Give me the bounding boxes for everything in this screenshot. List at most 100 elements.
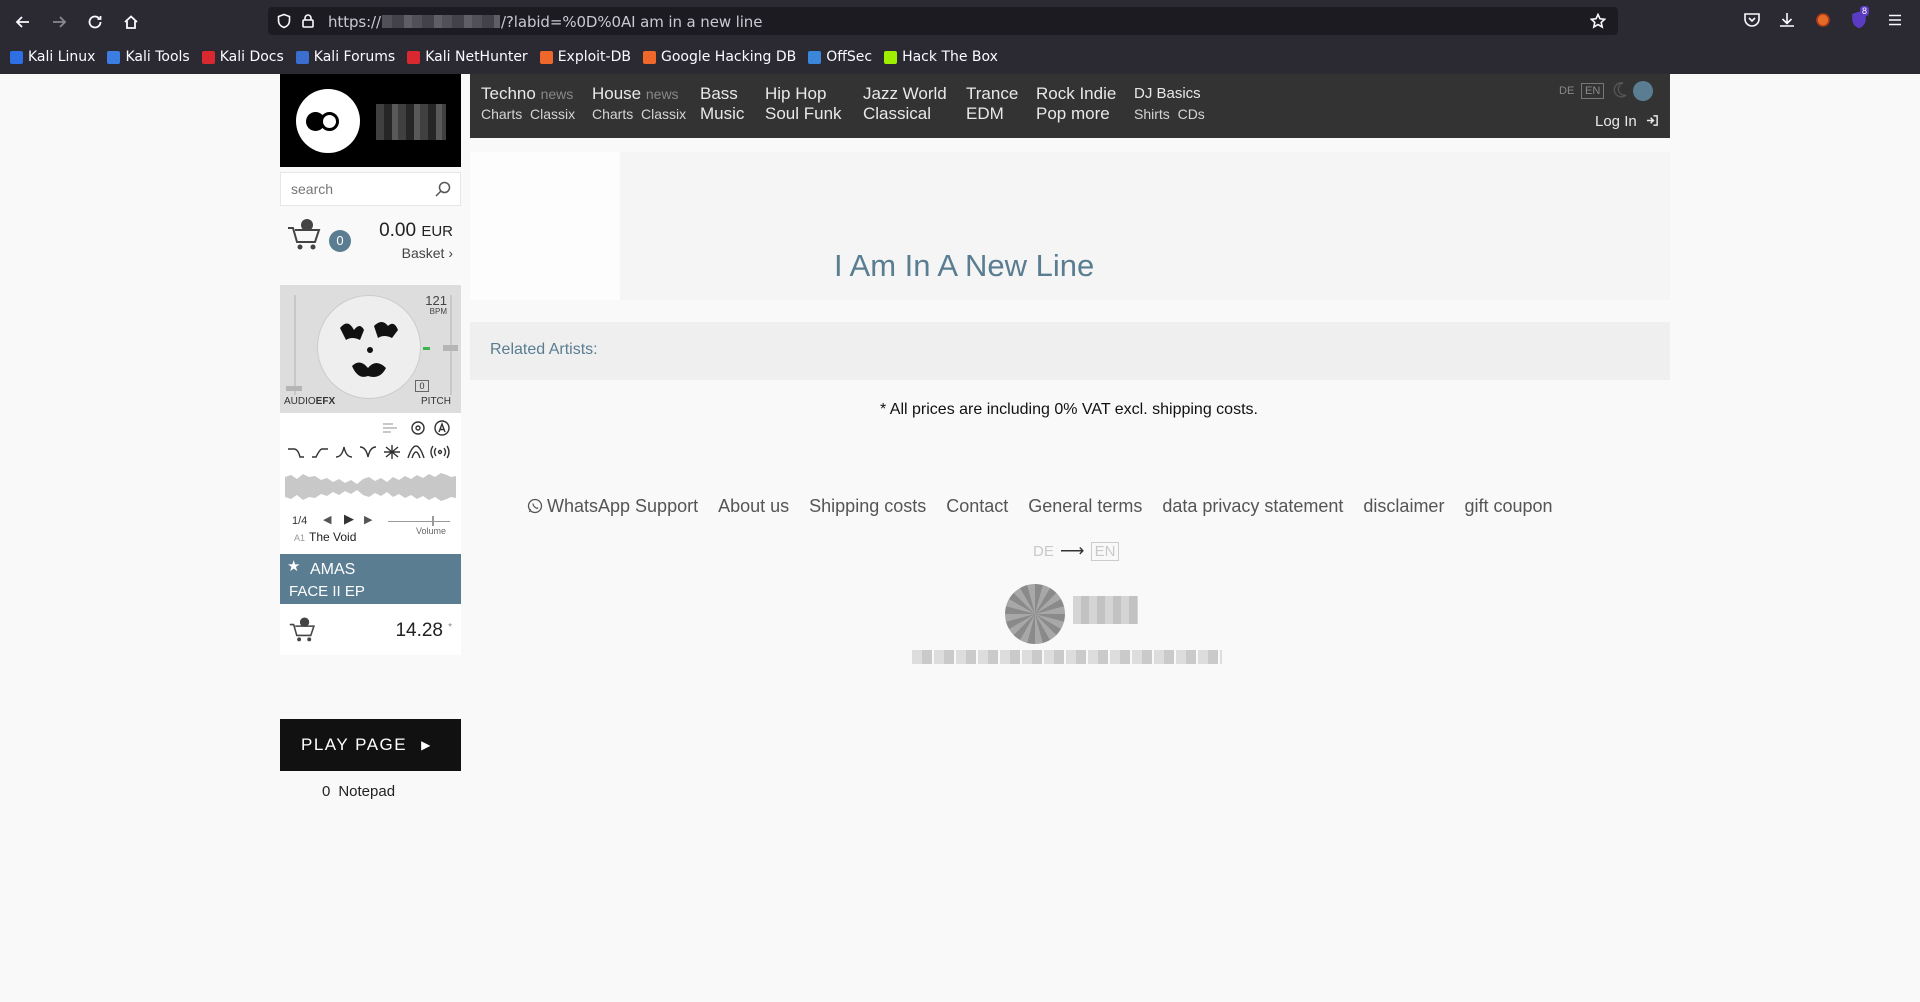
shield-icon[interactable] [276,13,292,29]
search-input[interactable] [281,173,421,205]
pitch-slider[interactable] [443,345,458,351]
nav-bass[interactable]: Bass Music [700,84,744,124]
loop-icon[interactable] [408,419,428,437]
nav-jazz-label[interactable]: Jazz World [863,84,947,104]
nav-music-label[interactable]: Music [700,104,744,124]
url-text[interactable]: https:// /?labid=%0D%0AI am in a new line [328,13,762,31]
site-logo[interactable] [280,74,461,167]
bandpass-filter-icon[interactable] [334,443,354,461]
bookmark-item[interactable]: Kali NetHunter [407,47,528,67]
lock-icon[interactable] [300,13,316,29]
nav-soulfunk-label[interactable]: Soul Funk [765,104,842,124]
downloads-button[interactable] [1778,11,1798,31]
basket-summary[interactable]: 0 0.00 EUR Basket › [280,214,461,262]
nav-techno[interactable]: Techno news Charts Classix [481,84,575,124]
star-icon[interactable]: ★ [287,557,300,575]
nav-house-news[interactable]: news [646,86,679,102]
release-title[interactable]: FACE II EP [289,583,365,600]
nav-house-label[interactable]: House [592,84,641,103]
bookmark-item[interactable]: Kali Tools [107,47,190,67]
terms-link[interactable]: General terms [1028,496,1142,517]
nav-classical-label[interactable]: Classical [863,104,947,124]
home-button[interactable] [118,9,144,35]
disclaimer-link[interactable]: disclaimer [1363,496,1444,517]
shipping-link[interactable]: Shipping costs [809,496,926,517]
waveform[interactable] [285,471,456,503]
play-page-button[interactable]: PLAY PAGE ▶ [280,719,461,771]
login-link[interactable]: Log In [1595,113,1659,130]
nav-trance-label[interactable]: Trance [966,84,1018,104]
nav-techno-charts[interactable]: Charts [481,106,522,122]
notepad-link[interactable]: 0 Notepad [322,783,395,800]
pocket-button[interactable] [1743,11,1763,31]
nav-djbasics-label[interactable]: DJ Basics [1134,84,1205,104]
nav-techno-classix[interactable]: Classix [530,106,575,122]
footer-lang-en[interactable]: EN [1090,542,1120,561]
next-track-button[interactable]: ▶ [364,513,372,526]
highpass-filter-icon[interactable] [310,443,330,461]
nav-hiphop[interactable]: Hip Hop Soul Funk [765,84,842,124]
vinyl-record[interactable] [317,295,421,399]
previous-track-button[interactable]: ◀ [323,513,331,526]
nav-jazz[interactable]: Jazz World Classical [863,84,947,124]
release-artist[interactable]: AMAS [310,561,355,579]
nav-edm-label[interactable]: EDM [966,104,1018,124]
play-button[interactable]: ▶ [344,511,354,527]
language-en[interactable]: EN [1581,83,1605,99]
privacy-link[interactable]: data privacy statement [1162,496,1343,517]
bookmark-item[interactable]: Exploit-DB [539,47,631,67]
footer-language-switch[interactable]: DE ⟶ EN [1033,541,1120,561]
bookmark-item[interactable]: OffSec [808,47,872,67]
bookmark-item[interactable]: Kali Docs [201,47,284,67]
reverb-icon[interactable] [406,443,426,461]
nav-house[interactable]: House news Charts Classix [592,84,686,124]
efx-slider[interactable] [286,386,302,391]
echo-icon[interactable] [430,443,450,461]
nav-techno-news[interactable]: news [541,86,574,102]
nav-bass-label[interactable]: Bass [700,84,744,104]
nav-rock[interactable]: Rock Indie Pop more [1036,84,1116,124]
bookmark-star-icon[interactable] [1589,12,1607,29]
release-card[interactable]: ★ AMAS FACE II EP [280,554,461,604]
nav-trance[interactable]: Trance EDM [966,84,1018,124]
volume-slider[interactable] [388,521,450,522]
about-link[interactable]: About us [718,496,789,517]
extension-button[interactable] [1814,11,1834,31]
language-de[interactable]: DE [1559,85,1574,97]
bookmark-item[interactable]: Kali Linux [10,47,95,67]
auto-play-icon[interactable] [432,419,452,437]
sync-icon[interactable] [380,419,400,437]
moon-icon[interactable] [1613,82,1627,98]
ublock-extension-button[interactable]: 8 [1850,6,1870,31]
nav-shirts[interactable]: Shirts [1134,106,1170,122]
contact-link[interactable]: Contact [946,496,1008,517]
volume-knob[interactable] [432,516,434,526]
flanger-icon[interactable] [382,443,402,461]
nav-djbasics[interactable]: DJ Basics Shirts CDs [1134,84,1205,124]
theme-toggle[interactable] [1633,81,1653,101]
back-button[interactable] [10,9,36,35]
search-icon[interactable] [434,180,452,198]
url-bar[interactable]: https:// /?labid=%0D%0AI am in a new line [268,7,1618,35]
reload-button[interactable] [82,9,108,35]
menu-button[interactable] [1886,11,1906,31]
nav-house-classix[interactable]: Classix [641,106,686,122]
bookmark-item[interactable]: Hack The Box [884,47,998,67]
forward-button[interactable] [46,9,72,35]
nav-rock-label[interactable]: Rock Indie [1036,84,1116,104]
footer-lang-de[interactable]: DE [1033,543,1054,560]
nav-hiphop-label[interactable]: Hip Hop [765,84,842,104]
whatsapp-support-link[interactable]: WhatsApp Support [527,496,698,517]
add-to-cart-icon[interactable] [289,616,317,644]
bookmark-item[interactable]: Google Hacking DB [642,47,796,67]
basket-link[interactable]: Basket › [402,245,453,261]
nav-house-charts[interactable]: Charts [592,106,633,122]
notch-filter-icon[interactable] [358,443,378,461]
gift-coupon-link[interactable]: gift coupon [1464,496,1552,517]
nav-techno-label[interactable]: Techno [481,84,536,103]
nav-cds[interactable]: CDs [1178,106,1205,122]
audio-efx-label[interactable]: AUDIOEFX [284,396,335,407]
nav-pop-label[interactable]: Pop more [1036,104,1116,124]
bookmark-item[interactable]: Kali Forums [295,47,395,67]
lowpass-filter-icon[interactable] [286,443,306,461]
